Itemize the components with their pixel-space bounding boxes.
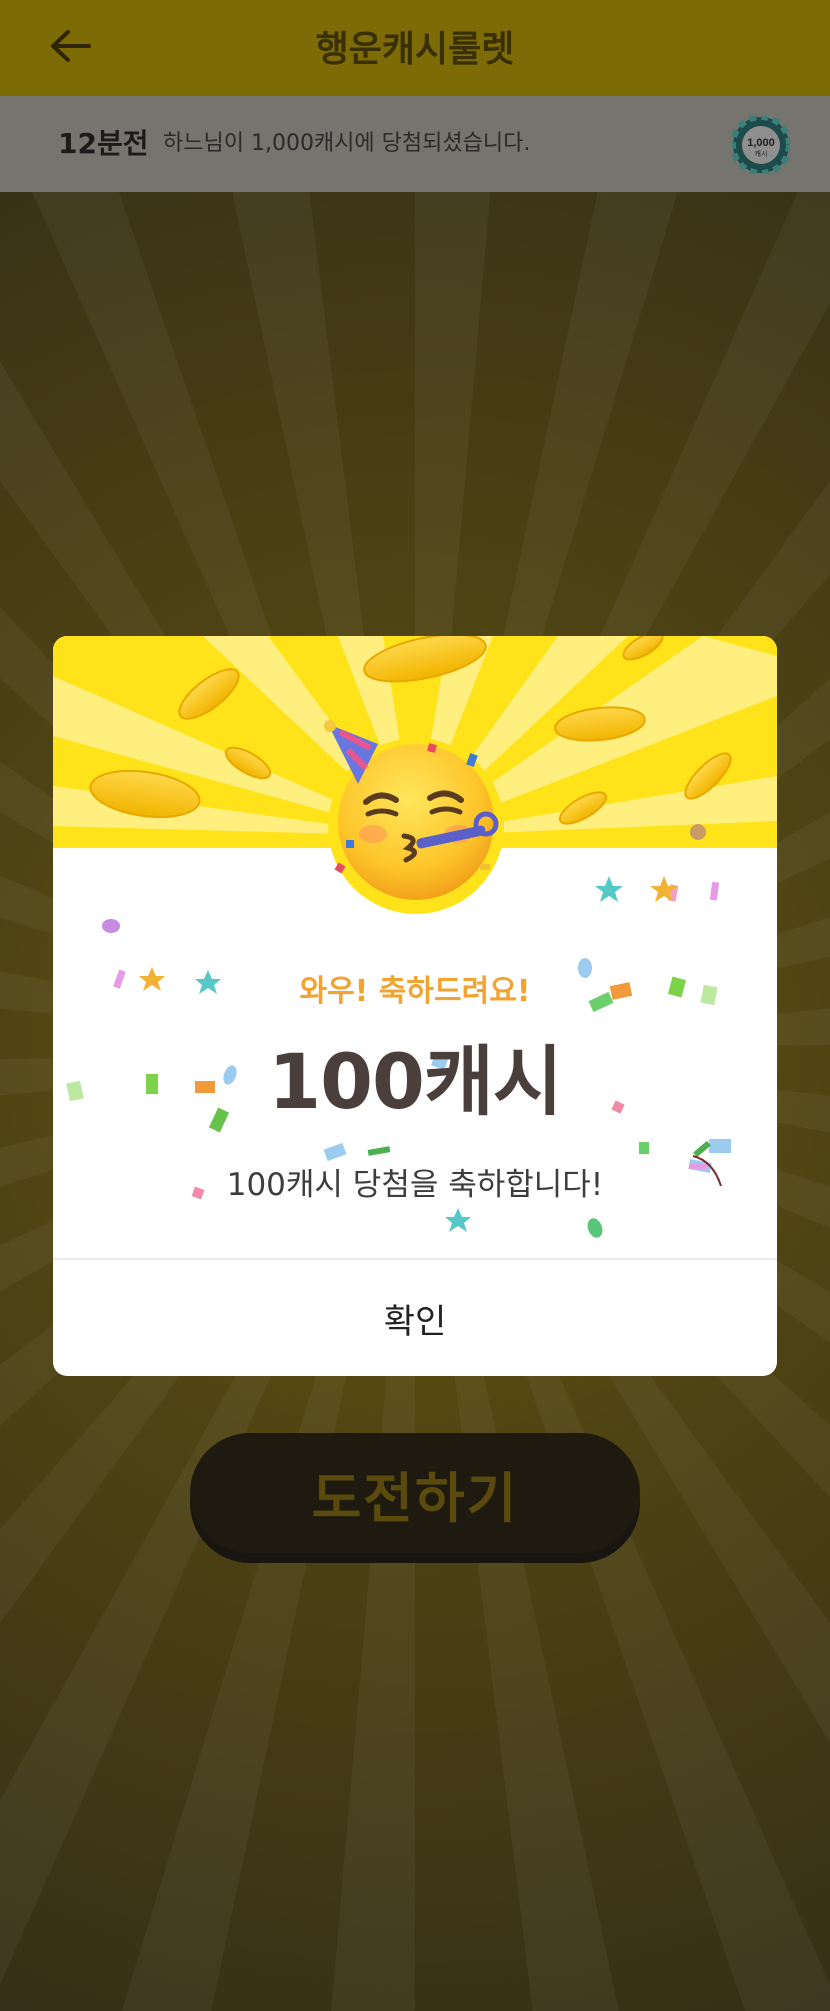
prize-amount: 100캐시 [268, 1037, 562, 1126]
confirm-label: 확인 [383, 1301, 447, 1342]
prize-modal: 와우! 축하드려요! 100캐시 100캐시 당첨을 축하합니다! 확인 [53, 636, 777, 1376]
partying-face-icon [318, 714, 518, 914]
challenge-button[interactable]: 도전하기 [190, 1433, 640, 1553]
chip-amount: 1,000 [747, 137, 775, 149]
cash-chip-icon: 1,000 캐시 [730, 114, 792, 176]
ticker-message: 하느님이 1,000캐시에 당첨되셨습니다. [163, 131, 531, 156]
confirm-button[interactable]: 확인 [53, 1260, 777, 1376]
congrats-subtitle: 와우! 축하드려요! [299, 974, 531, 1009]
top-bar: 행운캐시룰렛 [0, 0, 830, 96]
page-title: 행운캐시룰렛 [315, 29, 515, 70]
winner-ticker: 12분전 하느님이 1,000캐시에 당첨되셨습니다. [0, 96, 830, 192]
challenge-label: 도전하기 [311, 1466, 519, 1530]
prize-description: 100캐시 당첨을 축하합니다! [226, 1167, 604, 1203]
chip-unit: 캐시 [755, 150, 768, 158]
ticker-time: 12분전 [58, 127, 149, 160]
